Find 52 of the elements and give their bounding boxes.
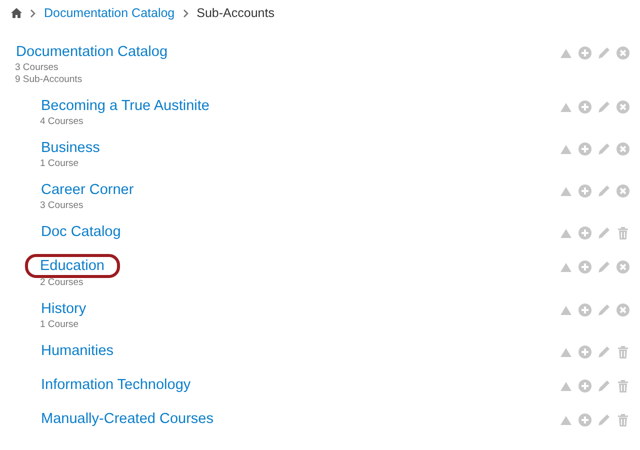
account-detail: 3 Courses <box>15 62 58 74</box>
close-icon[interactable] <box>616 100 630 114</box>
account-link[interactable]: History <box>40 300 88 319</box>
account-link[interactable]: Humanities <box>40 342 115 361</box>
trash-icon[interactable] <box>616 379 630 393</box>
trash-icon[interactable] <box>616 413 630 427</box>
pencil-icon[interactable] <box>597 46 611 60</box>
account-link[interactable]: Doc Catalog <box>40 223 122 242</box>
account-detail: 2 Courses <box>40 277 84 289</box>
close-icon[interactable] <box>616 303 630 317</box>
account-link[interactable]: Manually-Created Courses <box>40 410 214 429</box>
trash-icon[interactable] <box>616 345 630 359</box>
account-detail: 9 Sub-Accounts <box>15 74 82 86</box>
pencil-icon[interactable] <box>597 303 611 317</box>
close-icon[interactable] <box>616 46 630 60</box>
add-icon[interactable] <box>578 142 592 156</box>
pencil-icon[interactable] <box>597 260 611 274</box>
home-icon[interactable] <box>11 8 22 18</box>
close-icon[interactable] <box>616 260 630 274</box>
add-icon[interactable] <box>578 100 592 114</box>
account-detail: 4 Courses <box>40 116 84 128</box>
pencil-icon[interactable] <box>597 226 611 240</box>
add-icon[interactable] <box>578 260 592 274</box>
account-detail: 1 Course <box>40 319 79 331</box>
pencil-icon[interactable] <box>597 184 611 198</box>
close-icon[interactable] <box>616 142 630 156</box>
close-icon[interactable] <box>616 184 630 198</box>
add-icon[interactable] <box>578 345 592 359</box>
add-icon[interactable] <box>578 226 592 240</box>
chevron-icon <box>182 8 189 18</box>
breadcrumb-current: Sub-Accounts <box>196 6 274 20</box>
breadcrumb-link[interactable]: Documentation Catalog <box>44 6 175 20</box>
account-detail: 1 Course <box>40 158 79 170</box>
add-icon[interactable] <box>578 379 592 393</box>
pencil-icon[interactable] <box>597 413 611 427</box>
trash-icon[interactable] <box>616 226 630 240</box>
account-detail: 3 Courses <box>40 200 84 212</box>
pencil-icon[interactable] <box>597 345 611 359</box>
pencil-icon[interactable] <box>597 100 611 114</box>
pencil-icon[interactable] <box>597 142 611 156</box>
account-link[interactable]: Information Technology <box>40 376 192 395</box>
account-link[interactable]: Career Corner <box>40 181 135 200</box>
account-link[interactable]: Becoming a True Austinite <box>40 97 210 116</box>
add-icon[interactable] <box>578 184 592 198</box>
add-icon[interactable] <box>578 303 592 317</box>
chevron-icon <box>30 8 36 18</box>
add-icon[interactable] <box>578 413 592 427</box>
add-icon[interactable] <box>578 46 592 60</box>
account-link[interactable]: Business <box>40 139 101 158</box>
pencil-icon[interactable] <box>597 379 611 393</box>
account-link[interactable]: Education <box>28 257 116 275</box>
account-link[interactable]: Documentation Catalog <box>15 43 169 62</box>
